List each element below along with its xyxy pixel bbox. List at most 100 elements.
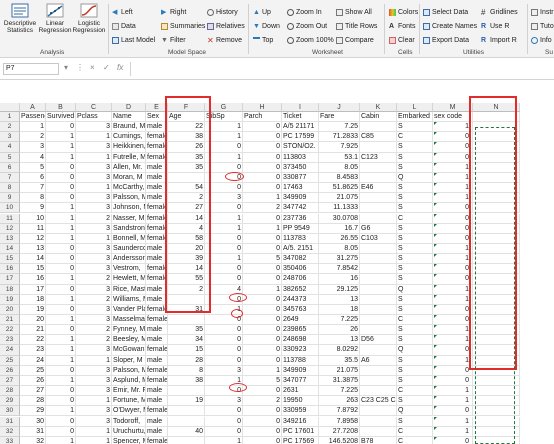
column-header-h[interactable]: H [243,103,282,112]
table-cell[interactable]: Sloper, M [112,355,146,366]
table-cell[interactable]: 113803 [282,152,319,163]
table-cell[interactable]: 11.1333 [319,203,360,214]
table-cell[interactable]: 1 [76,183,112,194]
table-cell[interactable]: 0 [433,203,473,214]
row-header[interactable]: 19 [0,294,20,305]
table-cell[interactable]: 3 [76,375,112,387]
table-cell[interactable] [360,304,397,315]
table-cell[interactable]: Moran, M [112,172,146,184]
table-cell[interactable]: 0 [433,436,473,444]
table-cell[interactable]: 8.0292 [319,345,360,356]
row-header[interactable]: 9 [0,193,20,204]
table-cell[interactable]: 349909 [282,365,319,376]
cancel-icon[interactable]: × [90,63,95,72]
table-cell[interactable]: 0 [243,294,282,305]
table-cell[interactable]: S [397,152,433,163]
header-cell[interactable]: Pclass [76,112,112,123]
table-cell[interactable]: 0 [243,264,282,275]
select-all-corner[interactable] [0,103,20,112]
table-cell[interactable]: 24 [20,355,46,366]
table-cell[interactable]: 3 [76,284,112,295]
table-cell[interactable]: 17463 [282,183,319,194]
header-cell[interactable]: Parch [243,112,282,123]
table-cell[interactable]: 1 [433,254,473,265]
table-cell[interactable]: male [146,386,168,397]
table-cell[interactable] [360,243,397,255]
table-cell[interactable]: 0 [205,426,243,437]
header-cell[interactable]: Ticket [282,112,319,123]
table-cell[interactable]: 1 [46,203,76,214]
row-header[interactable]: 33 [0,436,20,444]
table-cell[interactable]: 0 [46,386,76,397]
data-button[interactable]: Data [112,21,136,31]
zoom-out-button[interactable]: Zoom Out [287,21,327,31]
table-cell[interactable]: 28 [20,396,46,407]
table-cell[interactable]: 7.225 [319,315,360,326]
table-cell[interactable]: 248698 [282,335,319,346]
row-header[interactable]: 8 [0,183,20,194]
table-cell[interactable]: 1 [433,243,473,255]
table-cell[interactable]: 2 [76,294,112,305]
logistic-regression-button[interactable]: Logistic Regression [72,3,106,34]
select-data-button[interactable]: Select Data [423,7,468,17]
table-cell[interactable]: S [397,375,433,387]
table-cell[interactable]: 3 [76,172,112,184]
row-header[interactable]: 32 [0,426,20,437]
table-cell[interactable]: O'Dwyer, M [112,406,146,417]
table-cell[interactable]: Spencer, M [112,436,146,444]
table-cell[interactable]: 0 [46,426,76,437]
table-cell[interactable]: 28 [168,355,205,366]
table-cell[interactable]: 7 [20,183,46,194]
table-cell[interactable]: male [146,416,168,427]
compare-button[interactable]: Compare [336,35,374,45]
table-cell[interactable]: 7.8958 [319,416,360,427]
table-cell[interactable]: 0 [243,243,282,255]
table-cell[interactable]: 1 [76,355,112,366]
row-header[interactable]: 7 [0,172,20,184]
table-cell[interactable]: 1 [76,233,112,244]
header-cell[interactable]: sex code [433,112,473,123]
table-cell[interactable]: 1 [46,274,76,285]
table-cell[interactable]: D56 [360,335,397,346]
colors-button[interactable]: Colors [389,7,418,17]
table-cell[interactable] [360,325,397,336]
table-cell[interactable]: 0 [243,406,282,417]
table-cell[interactable]: 0 [46,243,76,255]
table-cell[interactable]: 6 [20,172,46,184]
table-cell[interactable]: 0 [243,132,282,143]
relatives-button[interactable]: Relatives [207,21,245,31]
table-cell[interactable]: C103 [360,233,397,244]
use-r-button[interactable]: R Use R [481,21,509,31]
row-header[interactable]: 23 [0,335,20,346]
table-cell[interactable]: 71.2833 [319,132,360,143]
table-cell[interactable]: 349216 [282,416,319,427]
export-data-button[interactable]: Export Data [423,35,469,45]
row-header[interactable]: 6 [0,162,20,173]
table-cell[interactable]: McGowan, [112,345,146,356]
table-cell[interactable]: 0 [243,426,282,437]
table-cell[interactable]: 19950 [282,396,319,407]
descriptive-statistics-button[interactable]: Descriptive Statistics [2,3,38,34]
table-cell[interactable]: 3 [76,193,112,204]
table-cell[interactable]: 1 [46,335,76,346]
table-cell[interactable]: 2 [243,396,282,407]
table-cell[interactable]: 15 [168,345,205,356]
table-cell[interactable]: 38 [168,375,205,387]
table-cell[interactable]: Vestrom, [112,264,146,275]
table-cell[interactable]: 0 [205,335,243,346]
table-cell[interactable]: 0 [243,345,282,356]
table-cell[interactable]: 13 [319,335,360,346]
table-cell[interactable] [168,406,205,417]
table-cell[interactable]: PC 17599 [282,132,319,143]
table-cell[interactable]: S [397,193,433,204]
table-cell[interactable]: 1 [46,436,76,444]
table-cell[interactable]: 1 [76,152,112,163]
table-cell[interactable]: 8.05 [319,162,360,173]
table-cell[interactable]: 0 [243,122,282,133]
row-header[interactable]: 21 [0,315,20,326]
table-cell[interactable]: 1 [433,193,473,204]
table-cell[interactable]: S [397,142,433,153]
table-cell[interactable]: Allen, Mr. [112,162,146,173]
table-cell[interactable]: 1 [433,183,473,194]
table-cell[interactable]: 3 [20,142,46,153]
